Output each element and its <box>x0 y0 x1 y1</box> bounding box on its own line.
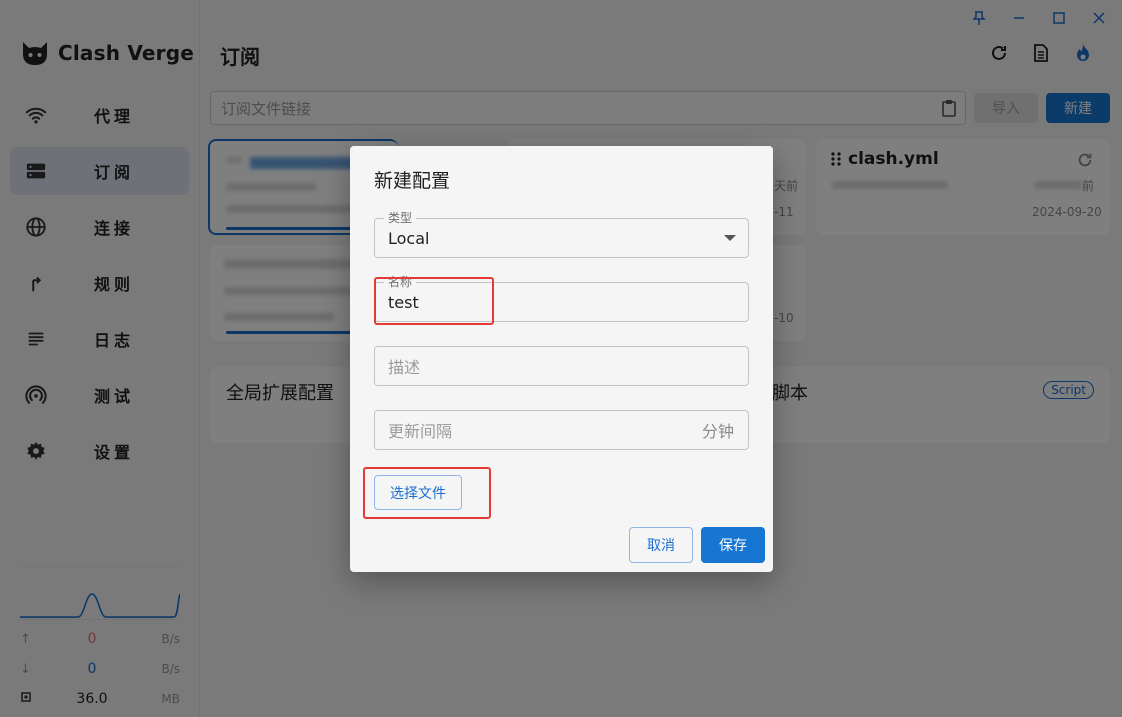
cancel-button[interactable]: 取消 <box>629 527 693 563</box>
type-value: Local <box>388 228 430 248</box>
description-field[interactable]: 描述 <box>374 346 749 386</box>
type-select[interactable]: 类型 Local <box>374 211 749 258</box>
interval-unit: 分钟 <box>701 422 734 441</box>
type-legend: 类型 <box>384 211 417 225</box>
dialog-title: 新建配置 <box>374 170 451 192</box>
description-placeholder: 描述 <box>388 358 421 377</box>
interval-placeholder: 更新间隔 <box>388 422 453 441</box>
chevron-down-icon <box>724 235 736 241</box>
highlight-box-name <box>374 277 494 325</box>
save-button[interactable]: 保存 <box>701 527 765 563</box>
update-interval-field[interactable]: 更新间隔 分钟 <box>374 410 749 450</box>
highlight-box-choose-file <box>363 467 491 519</box>
